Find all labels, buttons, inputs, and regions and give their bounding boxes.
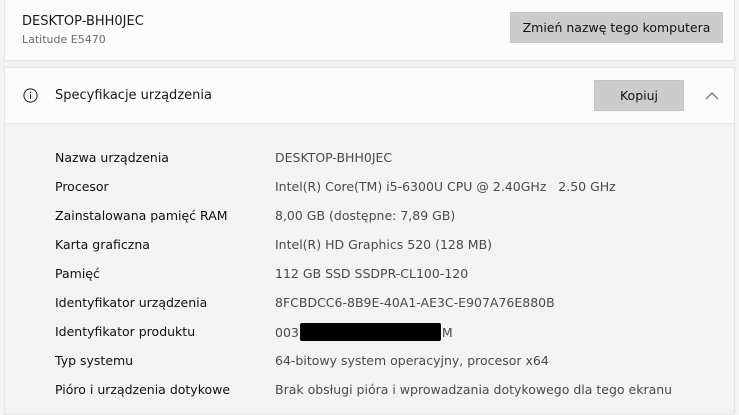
product-id-suffix: M [441,325,453,340]
device-specifications-panel: Specyfikacje urządzenia Kopiuj Nazwa urz… [4,67,735,415]
spec-row-ram: Zainstalowana pamięć RAM 8,00 GB (dostęp… [55,204,725,233]
spec-label: Typ systemu [55,353,134,368]
specifications-header[interactable]: Specyfikacje urządzenia Kopiuj [5,68,734,124]
copy-button[interactable]: Kopiuj [594,80,684,111]
chevron-up-icon[interactable] [704,88,720,102]
spec-label: Procesor [55,179,109,194]
spec-value: 8FCBDCC6-8B9E-40A1-AE3C-E907A76E880B [275,295,555,310]
redaction-bar [299,323,441,341]
spec-label: Zainstalowana pamięć RAM [55,208,228,223]
spec-label: Pióro i urządzenia dotykowe [55,382,231,397]
spec-label: Identyfikator urządzenia [55,295,208,310]
spec-row-graphics: Karta graficzna Intel(R) HD Graphics 520… [55,233,725,262]
specifications-title: Specyfikacje urządzenia [55,88,212,103]
spec-row-device-id: Identyfikator urządzenia 8FCBDCC6-8B9E-4… [55,291,725,320]
spec-row-pen-touch: Pióro i urządzenia dotykowe Brak obsługi… [55,378,725,407]
spec-value: Brak obsługi pióra i wprowadzania dotyko… [275,382,673,397]
device-name-card: DESKTOP-BHH0JEC Latitude E5470 Zmień naz… [4,0,735,61]
spec-label: Nazwa urządzenia [55,150,169,165]
spec-row-product-id: Identyfikator produktu 003 M [55,320,725,349]
device-model: Latitude E5470 [22,33,106,46]
spec-label: Karta graficzna [55,237,150,252]
rename-pc-button[interactable]: Zmień nazwę tego komputera [510,12,723,43]
spec-row-storage: Pamięć 112 GB SSD SSDPR-CL100-120 [55,262,725,291]
spec-value: 003 M [275,323,453,341]
device-name: DESKTOP-BHH0JEC [22,14,144,29]
spec-label: Pamięć [55,266,100,281]
spec-row-processor: Procesor Intel(R) Core(TM) i5-6300U CPU … [55,175,725,204]
spec-row-system-type: Typ systemu 64-bitowy system operacyjny,… [55,349,725,378]
spec-value: DESKTOP-BHH0JEC [275,150,393,165]
spec-value: 8,00 GB (dostępne: 7,89 GB) [275,208,456,223]
spec-value: 112 GB SSD SSDPR-CL100-120 [275,266,469,281]
specifications-table: Nazwa urządzenia DESKTOP-BHH0JEC Proceso… [55,146,725,407]
spec-value: Intel(R) Core(TM) i5-6300U CPU @ 2.40GHz… [275,179,616,194]
product-id-prefix: 003 [275,325,299,340]
spec-label: Identyfikator produktu [55,324,196,339]
spec-value: 64-bitowy system operacyjny, procesor x6… [275,353,549,368]
info-icon [23,88,38,103]
spec-value: Intel(R) HD Graphics 520 (128 MB) [275,237,493,252]
spec-row-device-name: Nazwa urządzenia DESKTOP-BHH0JEC [55,146,725,175]
